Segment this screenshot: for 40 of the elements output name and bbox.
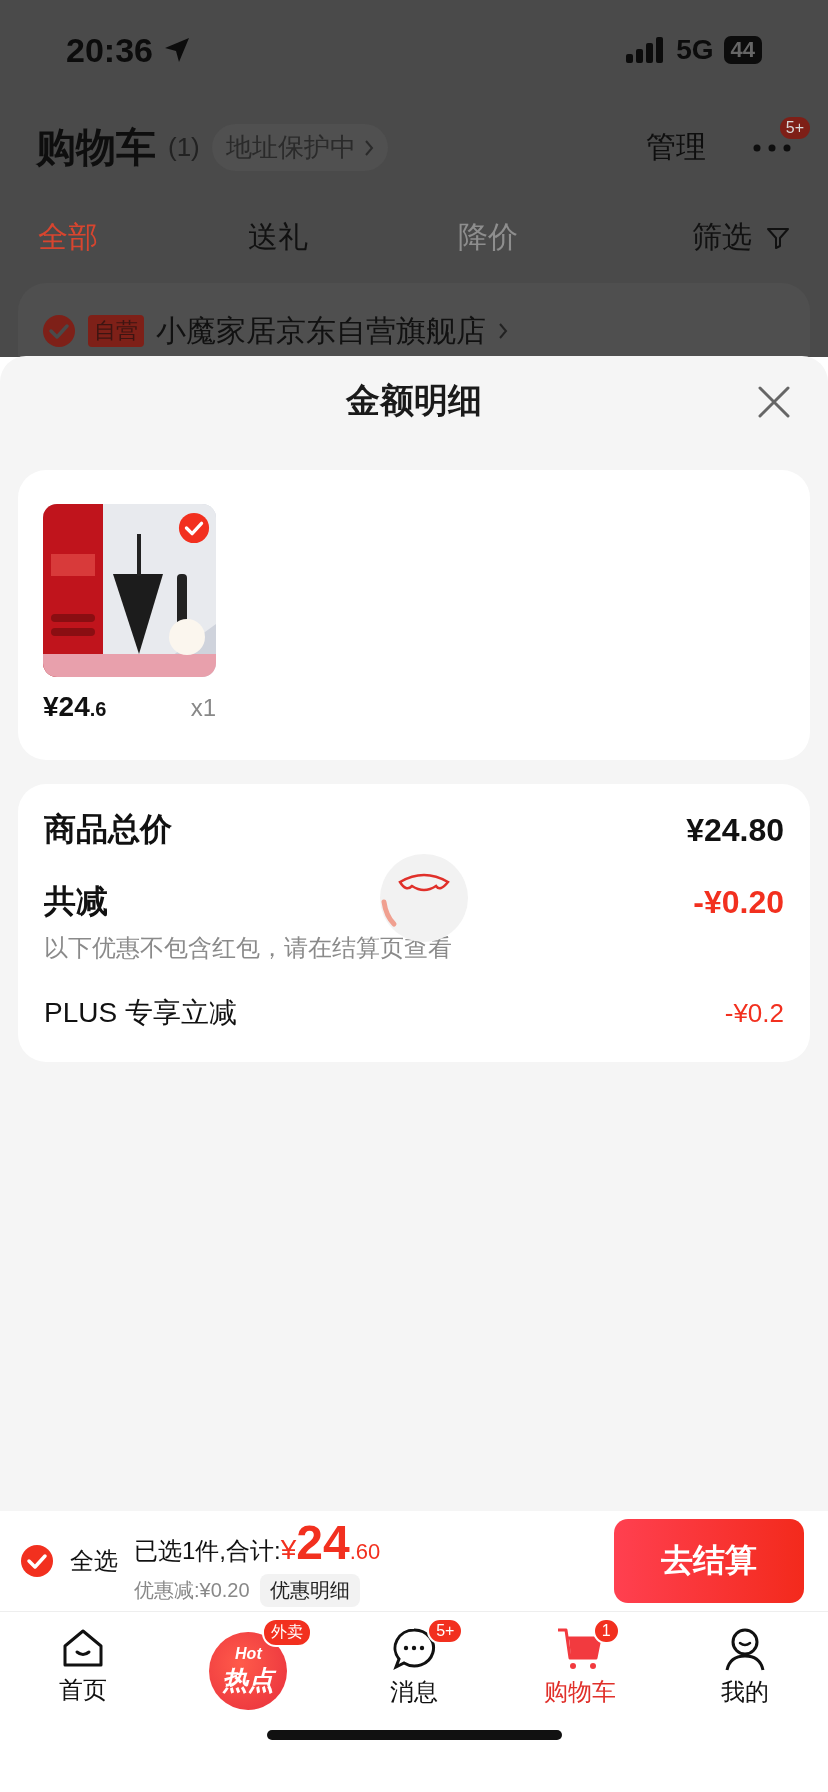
filter-tab[interactable]: 送礼 [248, 217, 458, 258]
filter-button[interactable]: 筛选 [692, 217, 790, 258]
nav-tab[interactable]: 首页 [0, 1612, 166, 1730]
summary-value: -¥0.2 [724, 997, 784, 1029]
nav-badge: 1 [592, 1618, 620, 1644]
selected-summary: 已选1件,合计: [134, 1536, 281, 1566]
battery-level: 44 [723, 36, 762, 64]
self-operated-tag: 自营 [88, 315, 144, 347]
nav-badge: 5+ [427, 1618, 464, 1644]
summary-label: PLUS 专享立减 [44, 996, 237, 1030]
summary-value: -¥0.20 [693, 883, 784, 921]
checkbox[interactable] [20, 1544, 54, 1578]
sheet-title: 金额明细 [346, 380, 482, 421]
summary-label: 商品总价 [44, 810, 172, 849]
discount-detail-button[interactable]: 优惠明细 [259, 1574, 360, 1607]
funnel-icon [766, 225, 790, 250]
manage-link[interactable]: 管理 [646, 127, 706, 168]
checkbox[interactable] [178, 512, 210, 544]
nav-tab[interactable]: 我的 [662, 1612, 828, 1730]
select-all-label[interactable]: 全选 [70, 1545, 118, 1577]
product-quantity: x1 [190, 694, 216, 722]
filter-tab[interactable]: 全部 [38, 217, 248, 258]
chevron-right-icon [498, 322, 508, 340]
status-time: 20:36 [66, 30, 153, 70]
checkout-button[interactable]: 去结算 [614, 1519, 804, 1603]
summary-value: ¥24.80 [686, 811, 784, 849]
nav-tab[interactable]: 购物车 1 [496, 1612, 663, 1730]
product-price: ¥24.6 [43, 691, 107, 723]
store-name[interactable]: 小魔家居京东自营旗舰店 [156, 312, 508, 350]
network-label: 5G [676, 34, 714, 66]
summary-label: 共减 [44, 882, 108, 921]
chevron-right-icon [363, 138, 374, 157]
checkbox[interactable] [42, 314, 76, 348]
page-title: 购物车 [36, 124, 156, 171]
nav-tab[interactable]: 消息 5+ [331, 1612, 497, 1730]
notification-badge: 5+ [779, 116, 810, 139]
total-amount: ¥24.60 [280, 1515, 381, 1570]
chat-icon [391, 1626, 437, 1672]
discount-summary: 优惠减:¥0.20 [134, 1578, 250, 1603]
more-icon[interactable] [752, 142, 792, 153]
